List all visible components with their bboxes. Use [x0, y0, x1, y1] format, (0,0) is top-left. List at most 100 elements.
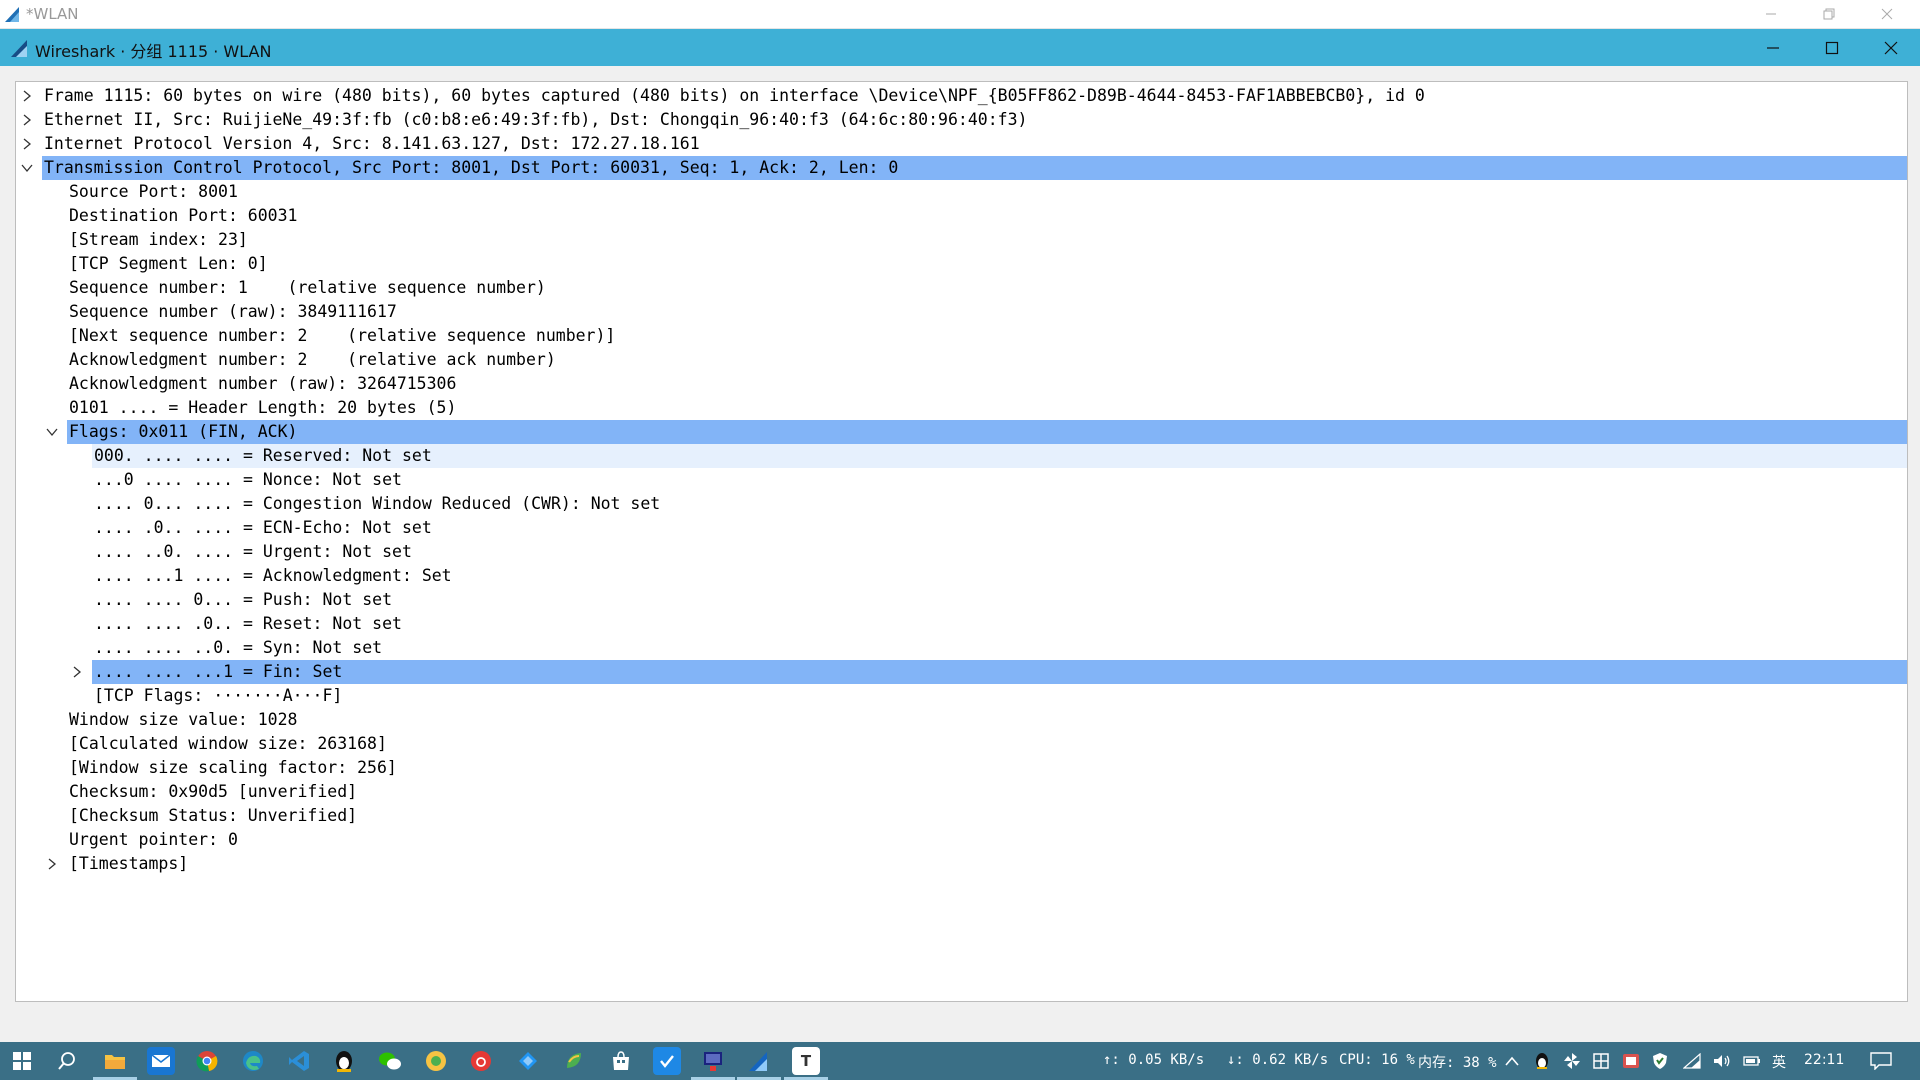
notification-icon[interactable]: [1869, 1052, 1893, 1070]
packet-window-title-bar: Wireshark · 分组 1115 · WLAN: [0, 29, 1920, 66]
typora-icon[interactable]: T: [792, 1047, 820, 1075]
minimize-icon: [1766, 13, 1776, 15]
penguin-icon[interactable]: [330, 1047, 358, 1075]
diamond-icon[interactable]: [514, 1047, 542, 1075]
tree-row[interactable]: 0101 .... = Header Length: 20 bytes (5): [16, 396, 1907, 420]
close-button[interactable]: [1862, 29, 1920, 66]
tree-row[interactable]: [Calculated window size: 263168]: [16, 732, 1907, 756]
tree-row[interactable]: Sequence number: 1 (relative sequence nu…: [16, 276, 1907, 300]
volume-icon[interactable]: [1713, 1052, 1731, 1070]
tree-row-text: [TCP Flags: ·······A···F]: [94, 686, 343, 705]
chevron-down-icon[interactable]: [45, 420, 59, 444]
shark-fin-icon[interactable]: [745, 1047, 773, 1075]
upload-speed: ↑: 0.05 KB/s: [1103, 1052, 1205, 1068]
wifi-icon[interactable]: [1683, 1052, 1701, 1070]
chevron-right-icon[interactable]: [70, 660, 84, 684]
tree-row-text: Sequence number (raw): 3849111617: [69, 302, 397, 321]
tree-row-text: .... .0.. .... = ECN-Echo: Not set: [94, 518, 432, 537]
penguin-icon[interactable]: [1533, 1052, 1551, 1070]
tree-row[interactable]: Checksum: 0x90d5 [unverified]: [16, 780, 1907, 804]
tree-row-text: Flags: 0x011 (FIN, ACK): [69, 422, 298, 441]
tree-row[interactable]: [Checksum Status: Unverified]: [16, 804, 1907, 828]
outer-window-title-bar: *WLAN: [0, 0, 1920, 29]
tree-row[interactable]: Sequence number (raw): 3849111617: [16, 300, 1907, 324]
tree-row-text: Internet Protocol Version 4, Src: 8.141.…: [44, 134, 700, 153]
mail-icon[interactable]: [147, 1047, 175, 1075]
music-icon[interactable]: [467, 1047, 495, 1075]
vscode-icon[interactable]: [285, 1047, 313, 1075]
circle-icon[interactable]: [422, 1047, 450, 1075]
download-speed: ↓: 0.62 KB/s: [1227, 1052, 1329, 1068]
packet-window-title: Wireshark · 分组 1115 · WLAN: [35, 42, 272, 61]
tree-row[interactable]: .... .... 0... = Push: Not set: [16, 588, 1907, 612]
outer-close-button[interactable]: [1859, 0, 1915, 28]
tree-row[interactable]: [TCP Flags: ·······A···F]: [16, 684, 1907, 708]
tree-row-text: Ethernet II, Src: RuijieNe_49:3f:fb (c0:…: [44, 110, 1028, 129]
check-icon[interactable]: [653, 1047, 681, 1075]
clock[interactable]: 22:11: [1804, 1052, 1844, 1068]
store-icon[interactable]: [607, 1047, 635, 1075]
tree-row[interactable]: Internet Protocol Version 4, Src: 8.141.…: [16, 132, 1907, 156]
tree-row-text: Destination Port: 60031: [69, 206, 298, 225]
minimize-icon: [1767, 46, 1779, 49]
tree-row[interactable]: [Stream index: 23]: [16, 228, 1907, 252]
search-icon[interactable]: [53, 1047, 81, 1075]
wechat-icon[interactable]: [376, 1047, 404, 1075]
tree-row[interactable]: .... .... ...1 = Fin: Set: [16, 660, 1907, 684]
app-tray-icon[interactable]: [1592, 1052, 1610, 1070]
tree-row[interactable]: 000. .... .... = Reserved: Not set: [16, 444, 1907, 468]
shark-fin-icon: [11, 40, 27, 57]
tree-row[interactable]: .... ..0. .... = Urgent: Not set: [16, 540, 1907, 564]
packet-details-tree[interactable]: Frame 1115: 60 bytes on wire (480 bits),…: [15, 81, 1908, 1002]
chevron-right-icon[interactable]: [20, 132, 34, 156]
tree-row-text: 0101 .... = Header Length: 20 bytes (5): [69, 398, 457, 417]
tree-row[interactable]: .... .... ..0. = Syn: Not set: [16, 636, 1907, 660]
outer-window-title: *WLAN: [26, 5, 79, 23]
minimize-button[interactable]: [1744, 29, 1802, 66]
tree-row[interactable]: Window size value: 1028: [16, 708, 1907, 732]
windows-logo[interactable]: [8, 1047, 36, 1075]
tree-row[interactable]: .... .0.. .... = ECN-Echo: Not set: [16, 516, 1907, 540]
network-icon[interactable]: [699, 1047, 727, 1075]
tree-row[interactable]: Ethernet II, Src: RuijieNe_49:3f:fb (c0:…: [16, 108, 1907, 132]
folder-icon[interactable]: [101, 1047, 129, 1075]
tree-row[interactable]: Frame 1115: 60 bytes on wire (480 bits),…: [16, 84, 1907, 108]
edge-icon[interactable]: [239, 1047, 267, 1075]
chevron-right-icon[interactable]: [45, 852, 59, 876]
tree-row-text: .... ...1 .... = Acknowledgment: Set: [94, 566, 452, 585]
tree-row[interactable]: [Window size scaling factor: 256]: [16, 756, 1907, 780]
tree-row-text: .... 0... .... = Congestion Window Reduc…: [94, 494, 661, 513]
shield-icon[interactable]: [1651, 1052, 1669, 1070]
tree-row-text: Checksum: 0x90d5 [unverified]: [69, 782, 358, 801]
tree-row[interactable]: Urgent pointer: 0: [16, 828, 1907, 852]
tree-row[interactable]: .... .... .0.. = Reset: Not set: [16, 612, 1907, 636]
tree-row[interactable]: Flags: 0x011 (FIN, ACK): [16, 420, 1907, 444]
chrome-icon[interactable]: [193, 1047, 221, 1075]
screen-capture-icon[interactable]: [1622, 1052, 1640, 1070]
tree-row[interactable]: .... ...1 .... = Acknowledgment: Set: [16, 564, 1907, 588]
tree-row[interactable]: Acknowledgment number (raw): 3264715306: [16, 372, 1907, 396]
battery-icon[interactable]: [1743, 1052, 1761, 1070]
chevron-up-icon[interactable]: [1503, 1052, 1521, 1070]
tree-row[interactable]: Destination Port: 60031: [16, 204, 1907, 228]
tree-row[interactable]: ...0 .... .... = Nonce: Not set: [16, 468, 1907, 492]
outer-restore-button[interactable]: [1801, 0, 1857, 28]
tree-row[interactable]: Transmission Control Protocol, Src Port:…: [16, 156, 1907, 180]
shark-fin-icon: [5, 7, 19, 22]
close-icon: [1884, 41, 1898, 54]
tree-row[interactable]: [Next sequence number: 2 (relative seque…: [16, 324, 1907, 348]
tree-row[interactable]: .... 0... .... = Congestion Window Reduc…: [16, 492, 1907, 516]
chevron-down-icon[interactable]: [20, 156, 34, 180]
chevron-right-icon[interactable]: [20, 84, 34, 108]
outer-minimize-button[interactable]: [1743, 0, 1799, 28]
pinwheel-icon[interactable]: [1563, 1052, 1581, 1070]
leaf-icon[interactable]: [560, 1047, 588, 1075]
maximize-button[interactable]: [1803, 29, 1861, 66]
ime-indicator[interactable]: 英: [1772, 1052, 1786, 1072]
tree-row[interactable]: [TCP Segment Len: 0]: [16, 252, 1907, 276]
tree-row[interactable]: Source Port: 8001: [16, 180, 1907, 204]
tree-row[interactable]: Acknowledgment number: 2 (relative ack n…: [16, 348, 1907, 372]
tree-row[interactable]: [Timestamps]: [16, 852, 1907, 876]
tree-row-text: Sequence number: 1 (relative sequence nu…: [69, 278, 546, 297]
chevron-right-icon[interactable]: [20, 108, 34, 132]
